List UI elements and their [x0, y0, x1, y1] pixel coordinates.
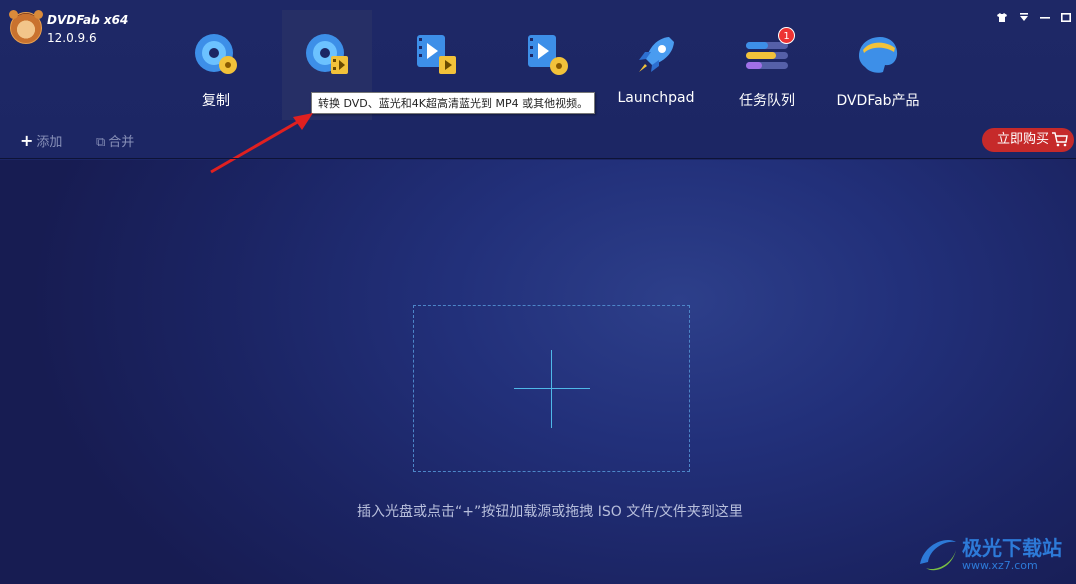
tab-task-queue[interactable]: 1 任务队列: [722, 10, 812, 120]
watermark: 极光下载站 www.xz7.com: [912, 528, 1072, 578]
app-brand: DVDFab x64: [47, 13, 129, 27]
cart-icon: [1052, 132, 1068, 147]
tab-launchpad[interactable]: Launchpad: [611, 10, 701, 120]
drop-zone[interactable]: [413, 305, 690, 472]
merge-icon: ⧉: [96, 135, 106, 150]
buy-label: 立即购买: [997, 132, 1050, 147]
watermark-title: 极光下载站: [962, 536, 1062, 560]
tooltip: 转换 DVD、蓝光和4K超高清蓝光到 MP4 或其他视频。: [311, 92, 596, 114]
maximize-icon[interactable]: [1059, 12, 1073, 25]
disc-icon: [193, 32, 239, 78]
arrow-annotation: [210, 113, 313, 174]
tab-copy[interactable]: 复制: [171, 10, 261, 120]
dvdfab-products-icon: [855, 32, 901, 78]
dropdown-icon[interactable]: [1017, 12, 1031, 25]
watermark-url: www.xz7.com: [962, 559, 1038, 572]
toolbar-divider: [0, 158, 1076, 159]
disc-film-icon: [304, 32, 350, 78]
task-count-badge: 1: [778, 27, 795, 44]
merge-label: 合并: [108, 135, 135, 150]
merge-button[interactable]: ⧉ 合并: [96, 131, 134, 150]
app-version: 12.0.9.6: [47, 31, 97, 45]
buy-now-button[interactable]: 立即购买: [982, 128, 1074, 152]
tab-dvdfab-products[interactable]: DVDFab产品: [833, 10, 923, 120]
tab-label: Launchpad: [617, 90, 695, 106]
add-button[interactable]: + 添加: [20, 131, 62, 150]
minimize-icon[interactable]: [1038, 12, 1052, 25]
tab-label: 任务队列: [739, 93, 795, 109]
dvdfab-logo: [9, 10, 43, 44]
watermark-logo-icon: [920, 540, 956, 571]
add-label: 添加: [36, 135, 63, 150]
plus-icon: +: [20, 131, 34, 150]
tab-label: DVDFab产品: [836, 93, 920, 109]
rocket-icon: [633, 32, 679, 78]
film-icon: [414, 32, 460, 78]
add-source-plus-icon: [514, 388, 590, 389]
drop-hint-text: 插入光盘或点击“+”按钮加载源或拖拽 ISO 文件/文件夹到这里: [357, 504, 743, 520]
add-source-plus-icon-vertical: [551, 350, 552, 428]
shirt-icon[interactable]: [995, 12, 1009, 25]
tab-label: 复制: [202, 93, 230, 109]
film-disc-icon: [525, 32, 571, 78]
app-window: DVDFab x64 12.0.9.6 复制 转: [0, 0, 1076, 584]
